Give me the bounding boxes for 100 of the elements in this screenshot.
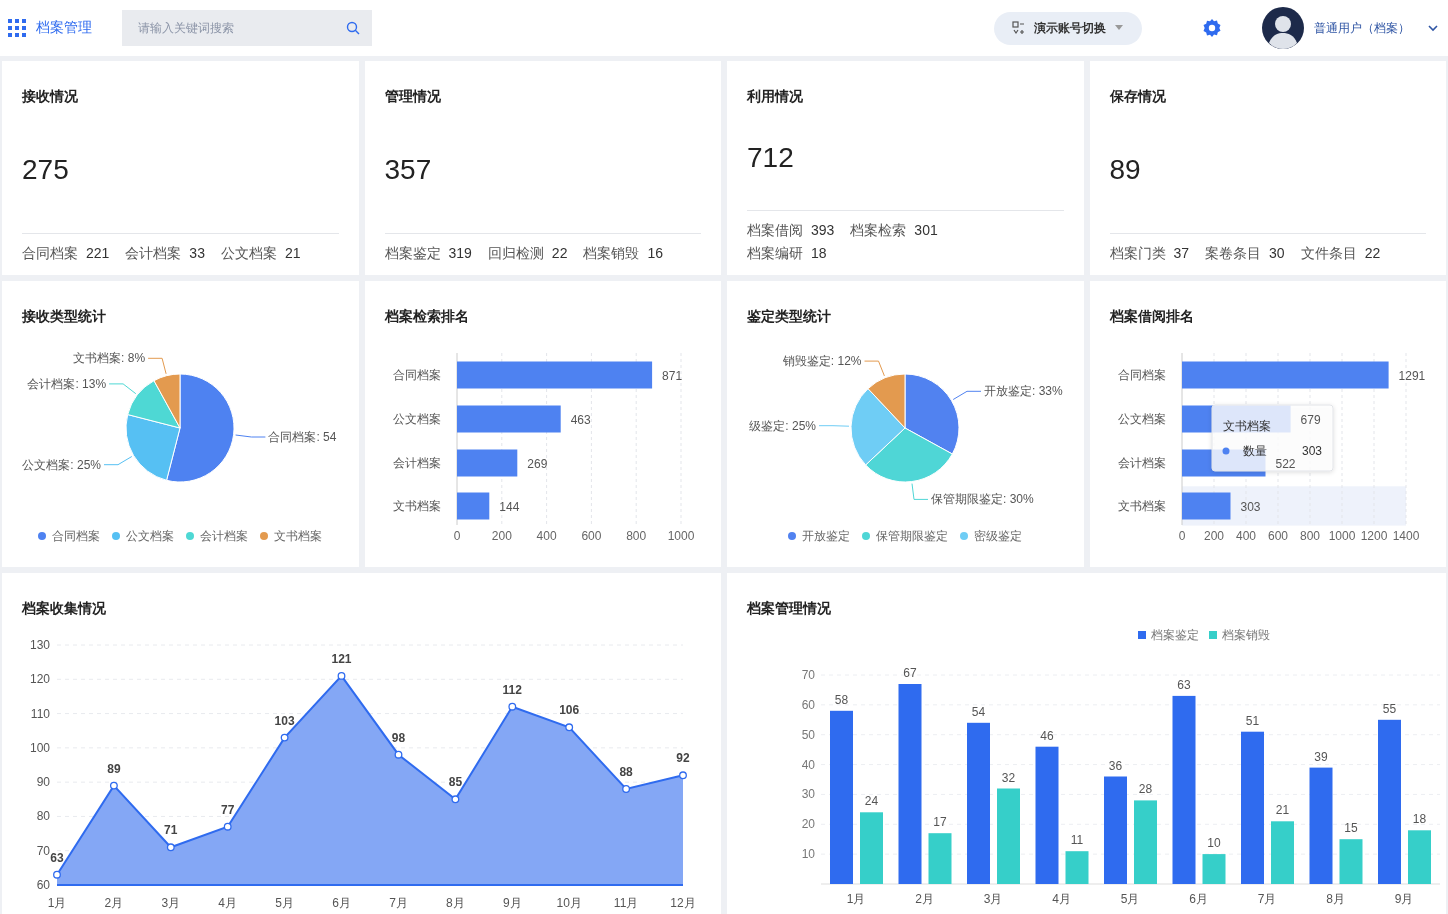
axis-tick-label: 5月 — [275, 896, 294, 910]
category-label: 公文档案 — [392, 412, 441, 426]
tooltip-title: 文书档案 — [1222, 419, 1271, 433]
axis-tick-label: 10月 — [556, 896, 582, 910]
axis-tick-label: 2月 — [915, 892, 934, 906]
stat-label: 档案销毁 — [583, 244, 640, 263]
stat-value: 22 — [1364, 244, 1381, 263]
stat-label: 档案检索 — [850, 221, 907, 240]
card-title: 利用情况 — [747, 87, 804, 106]
axis-tick-label: 800 — [1299, 529, 1320, 543]
stat-label: 回归检测 — [487, 244, 544, 263]
axis-tick-label: 10 — [801, 847, 815, 862]
value-label: 77 — [221, 802, 235, 817]
axis-tick-label: 1400 — [1392, 529, 1419, 543]
value-label: 1291 — [1398, 369, 1425, 383]
stat-value: 33 — [189, 244, 205, 263]
axis-tick-label: 3月 — [161, 896, 181, 910]
stat-value: 221 — [86, 244, 110, 263]
pie-label: 合同档案: 54 — [268, 430, 337, 444]
tooltip-value: 303 — [1301, 444, 1322, 458]
axis-tick-label: 1月 — [846, 892, 866, 906]
axis-tick-label: 100 — [29, 740, 50, 755]
axis-tick-label: 1000 — [667, 529, 694, 543]
stat-value: 30 — [1269, 244, 1285, 263]
value-label: 55 — [1382, 701, 1397, 716]
card-title: 接收情况 — [22, 87, 79, 106]
value-label: 103 — [274, 713, 295, 728]
value-label: 71 — [164, 823, 178, 838]
value-label: 51 — [1245, 713, 1260, 728]
card-title: 鉴定类型统计 — [746, 307, 832, 326]
pie-label: 保管期限鉴定: 30% — [931, 492, 1034, 507]
stat-value: 18 — [811, 244, 827, 263]
axis-tick-label: 8月 — [1326, 892, 1345, 906]
stat-value: 393 — [811, 221, 835, 240]
axis-tick-label: 7月 — [1257, 892, 1277, 906]
value-label: 11 — [1070, 833, 1084, 848]
value-label: 36 — [1108, 758, 1123, 773]
value-label: 89 — [107, 761, 121, 776]
stat-label: 合同档案 — [22, 244, 78, 263]
pie-label: 级鉴定: 25% — [749, 418, 816, 433]
stat-value: 16 — [647, 244, 663, 263]
value-label: 28 — [1138, 782, 1153, 797]
value-label: 303 — [1240, 500, 1261, 514]
axis-tick-label: 9月 — [502, 896, 522, 910]
stat-value: 37 — [1173, 244, 1190, 263]
value-label: 63 — [50, 850, 64, 865]
value-label: 121 — [331, 651, 352, 666]
stat-label: 案卷条目 — [1205, 244, 1262, 263]
axis-tick-label: 60 — [801, 697, 815, 712]
stat-number: 275 — [22, 153, 69, 186]
axis-tick-label: 12月 — [670, 896, 696, 910]
axis-tick-label: 60 — [36, 878, 50, 892]
stat-value: 21 — [284, 244, 301, 263]
tooltip-series: 数量 — [1242, 444, 1267, 458]
axis-tick-label: 4月 — [1052, 892, 1071, 906]
stat-label: 文件条目 — [1300, 244, 1357, 263]
stat-label: 会计档案 — [125, 244, 182, 263]
axis-tick-label: 40 — [801, 757, 815, 772]
value-label: 21 — [1275, 803, 1290, 818]
category-label: 文书档案 — [1117, 499, 1166, 513]
axis-tick-label: 2月 — [104, 896, 124, 910]
axis-tick-label: 20 — [801, 817, 815, 832]
category-label: 公文档案 — [1117, 412, 1166, 426]
value-label: 112 — [502, 682, 522, 697]
card-title: 管理情况 — [384, 87, 442, 106]
value-label: 24 — [864, 794, 879, 809]
axis-tick-label: 1000 — [1328, 529, 1355, 543]
axis-tick-label: 8月 — [446, 896, 465, 910]
value-label: 67 — [903, 666, 917, 680]
pie-label: 文书档案: 8% — [73, 351, 146, 366]
axis-tick-label: 70 — [801, 668, 815, 682]
axis-tick-label: 110 — [30, 706, 50, 721]
axis-tick-label: 1月 — [47, 896, 67, 910]
axis-tick-label: 400 — [536, 529, 557, 543]
pie-label: 开放鉴定: 33% — [984, 384, 1063, 399]
axis-tick-label: 80 — [36, 809, 50, 824]
stat-value: 301 — [914, 221, 938, 240]
axis-tick-label: 90 — [36, 775, 50, 790]
axis-tick-label: 30 — [801, 787, 815, 802]
stat-label: 档案编研 — [747, 244, 803, 263]
value-label: 92 — [676, 751, 690, 766]
axis-tick-label: 130 — [29, 638, 50, 652]
category-label: 会计档案 — [1117, 456, 1166, 470]
value-label: 522 — [1275, 457, 1296, 471]
pie-label: 会计档案: 13% — [27, 376, 107, 391]
axis-tick-label: 400 — [1235, 529, 1256, 543]
card-title: 保存情况 — [1109, 87, 1167, 106]
axis-tick-label: 1200 — [1360, 529, 1387, 543]
pie-label: 公文档案: 25% — [22, 457, 101, 472]
card-title: 档案收集情况 — [21, 599, 107, 618]
pie-label: 销毁鉴定: 12% — [782, 354, 862, 369]
axis-tick-label: 50 — [801, 727, 815, 742]
card-title: 档案管理情况 — [746, 599, 832, 618]
value-label: 10 — [1207, 836, 1221, 851]
axis-tick-label: 600 — [580, 529, 601, 543]
stat-number: 357 — [384, 153, 432, 186]
card-title: 档案检索排名 — [383, 307, 470, 326]
value-label: 106 — [559, 703, 580, 718]
category-label: 文书档案 — [392, 499, 441, 513]
value-label: 85 — [448, 775, 463, 790]
